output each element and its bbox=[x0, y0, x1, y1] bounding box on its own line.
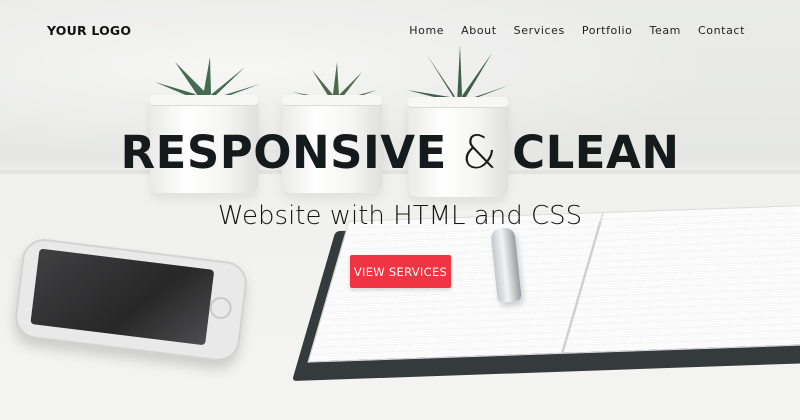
hero-title: RESPONSIVE & CLEAN bbox=[0, 126, 800, 179]
main-nav: Home About Services Portfolio Team Conta… bbox=[392, 24, 745, 37]
hero-subtitle: Website with HTML and CSS bbox=[217, 201, 583, 231]
hero-section: YOUR LOGO Home About Services Portfolio … bbox=[0, 0, 800, 420]
nav-item-about[interactable]: About bbox=[461, 24, 497, 37]
nav-item-services[interactable]: Services bbox=[514, 24, 565, 37]
hero-title-part2: CLEAN bbox=[512, 126, 680, 179]
nav-item-team[interactable]: Team bbox=[650, 24, 681, 37]
nav-item-contact[interactable]: Contact bbox=[698, 24, 745, 37]
nav-item-portfolio[interactable]: Portfolio bbox=[582, 24, 633, 37]
nav-item-home[interactable]: Home bbox=[409, 24, 444, 37]
site-logo[interactable]: YOUR LOGO bbox=[47, 23, 131, 38]
hero-title-part1: RESPONSIVE bbox=[120, 126, 447, 179]
view-services-button[interactable]: VIEW SERVICES bbox=[350, 255, 451, 288]
hero-title-ampersand: & bbox=[461, 126, 498, 179]
